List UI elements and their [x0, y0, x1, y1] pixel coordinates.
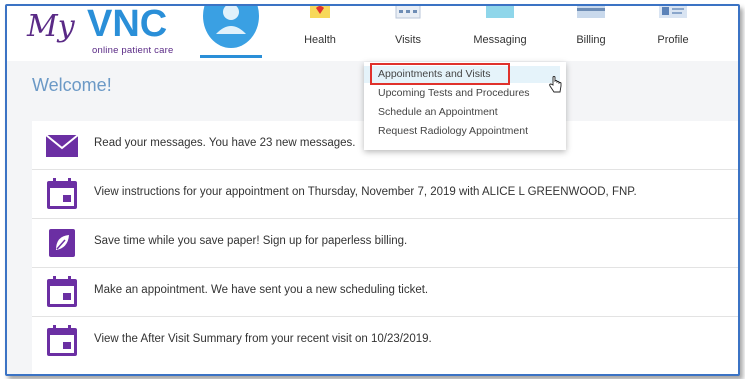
calendar-icon — [47, 178, 77, 209]
notification-text[interactable]: Save time while you save paper! Sign up … — [94, 235, 407, 247]
notification-text[interactable]: View the After Visit Summary from your r… — [94, 333, 432, 345]
nav-health-label: Health — [304, 34, 336, 46]
nav-messaging-label: Messaging — [473, 34, 527, 46]
calendar-icon — [47, 276, 77, 307]
calendar-icon — [395, 6, 421, 19]
svg-text:VNC: VNC — [87, 4, 167, 45]
calendar-icon — [47, 325, 77, 356]
notification-text[interactable]: Read your messages. You have 23 new mess… — [94, 137, 355, 149]
billing-icon — [577, 6, 605, 18]
notification-appointment-instructions[interactable]: View instructions for your appointment o… — [32, 170, 738, 219]
hand-cursor-icon — [549, 76, 562, 93]
svg-text:My: My — [26, 9, 76, 44]
nav-visits[interactable]: Visits — [380, 6, 436, 58]
notification-after-visit-summary[interactable]: View the After Visit Summary from your r… — [32, 317, 738, 365]
leaf-icon — [49, 229, 75, 257]
notifications-list: Read your messages. You have 23 new mess… — [32, 121, 738, 374]
nav-billing[interactable]: Billing — [563, 6, 619, 58]
app-window: My VNC online patient care Health Visits… — [5, 4, 740, 376]
menu-item-appointments-and-visits[interactable]: Appointments and Visits — [378, 68, 490, 80]
notification-text[interactable]: Make an appointment. We have sent you a … — [94, 284, 428, 296]
nav-visits-label: Visits — [394, 34, 422, 46]
notification-make-appointment[interactable]: Make an appointment. We have sent you a … — [32, 268, 738, 317]
logo-tagline: online patient care — [92, 45, 174, 56]
welcome-heading: Welcome! — [32, 75, 112, 95]
nav-profile-label: Profile — [657, 34, 689, 46]
id-card-icon — [659, 6, 687, 18]
notification-paperless-billing[interactable]: Save time while you save paper! Sign up … — [32, 219, 738, 268]
nav-profile[interactable]: Profile — [645, 6, 701, 58]
envelope-icon — [486, 6, 514, 18]
avatar-icon[interactable] — [200, 4, 262, 54]
nav-health[interactable]: Health — [292, 6, 348, 58]
health-icon — [310, 6, 330, 18]
menu-item-request-radiology[interactable]: Request Radiology Appointment — [378, 125, 528, 137]
nav-messaging[interactable]: Messaging — [462, 6, 538, 58]
avatar-active-indicator — [200, 55, 262, 58]
visits-dropdown-menu: Appointments and Visits Upcoming Tests a… — [364, 62, 566, 150]
envelope-icon — [45, 134, 79, 157]
notification-text[interactable]: View instructions for your appointment o… — [94, 186, 637, 198]
top-navigation-bar: My VNC online patient care Health Visits… — [7, 6, 738, 61]
menu-item-schedule-appointment[interactable]: Schedule an Appointment — [378, 106, 498, 118]
menu-item-upcoming-tests[interactable]: Upcoming Tests and Procedures — [378, 87, 530, 99]
nav-billing-label: Billing — [576, 34, 606, 46]
